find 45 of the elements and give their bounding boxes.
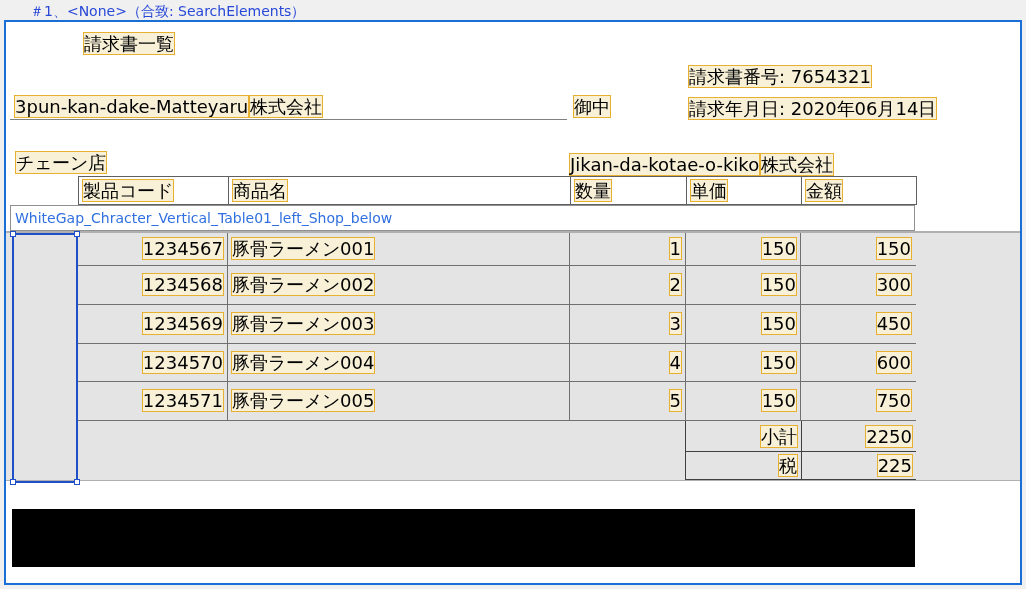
cell-text: 1234567: [141, 237, 224, 261]
cell-text: 豚骨ラーメン004: [231, 350, 376, 374]
store-name: チェーン店: [15, 151, 107, 174]
recipient-name: 3pun-kan-dake-Matteyaru: [14, 95, 250, 118]
cell-text: 750: [875, 389, 912, 413]
cell-text: 150: [760, 273, 797, 297]
company-suffix: 株式会社: [249, 95, 324, 118]
cell-text: 豚骨ラーメン003: [231, 312, 376, 336]
cell-text: 450: [875, 312, 912, 336]
document-title: 請求書一覧: [83, 32, 175, 55]
cell-text: 1234571: [141, 389, 224, 413]
cell-text: 1234569: [141, 312, 224, 336]
summary-label-text: 小計: [760, 424, 798, 448]
sender-name: Jikan-da-kotae-o-kiko: [569, 153, 761, 176]
summary-value-text: 225: [876, 454, 913, 478]
header-text: 単価: [690, 179, 728, 202]
invoice-number: 請求書番号: 7654321: [688, 65, 872, 88]
header-text: 金額: [805, 179, 843, 202]
cell-text: 150: [760, 312, 797, 336]
header-text: 製品コード: [82, 179, 174, 202]
overlay-label: WhiteGap_Chracter_Vertical_Table01_left_Shop_below: [15, 208, 393, 228]
cell-text: 150: [760, 237, 797, 261]
cell-text: 4: [668, 350, 682, 374]
cell-text: 5: [668, 389, 682, 413]
honorific: 御中: [573, 95, 611, 118]
cell-text: 豚骨ラーメン002: [231, 273, 376, 297]
cell-text: 1234568: [141, 273, 224, 297]
header-text: 数量: [574, 179, 612, 202]
cell-text: 1234570: [141, 350, 224, 374]
cell-text: 150: [760, 350, 797, 374]
cell-text: 600: [875, 350, 912, 374]
match-caption: ＃1、<None>（合致: SearchElements）: [30, 2, 306, 20]
header-text: 商品名: [232, 179, 288, 202]
invoice-date: 請求年月日: 2020年06月14日: [688, 97, 938, 120]
company-suffix: 株式会社: [760, 153, 835, 176]
cell-text: 豚骨ラーメン005: [231, 389, 376, 413]
cell-text: 1: [668, 237, 682, 261]
cell-text: 150: [760, 389, 797, 413]
summary-value-text: 2250: [865, 424, 913, 448]
cell-text: 2: [668, 273, 682, 297]
cell-text: 300: [875, 273, 912, 297]
cell-text: 3: [668, 312, 682, 336]
summary-label-text: 税: [778, 454, 798, 478]
cell-text: 豚骨ラーメン001: [231, 237, 376, 261]
cell-text: 150: [875, 237, 912, 261]
